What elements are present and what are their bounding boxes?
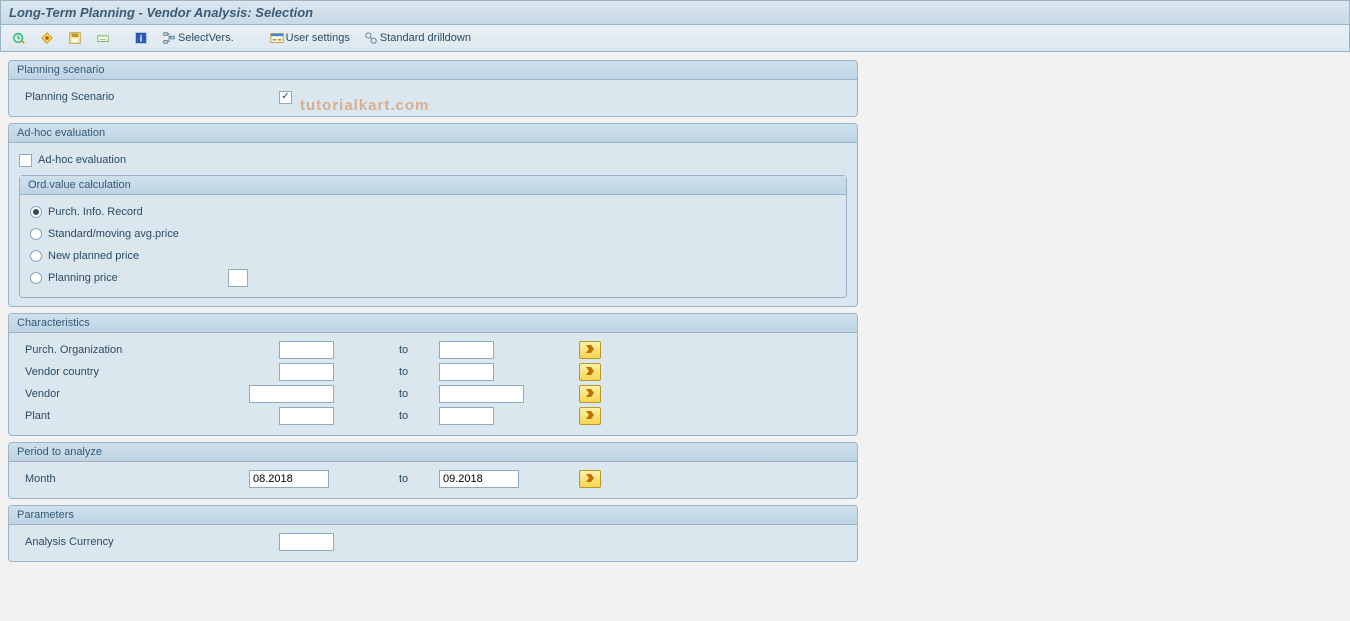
- group-header: Parameters: [9, 506, 857, 525]
- save-icon: [68, 31, 82, 45]
- month-label: Month: [19, 473, 239, 485]
- group-characteristics: Characteristics Purch. Organization to V…: [8, 313, 858, 436]
- user-settings-icon: [270, 31, 284, 45]
- arrow-right-icon: [585, 344, 595, 357]
- page-body: tutorialkart.com Planning scenario Plann…: [0, 52, 1350, 621]
- vendor-country-from-input[interactable]: [279, 363, 334, 381]
- vendor-country-multi-button[interactable]: [579, 363, 601, 381]
- select-version-button[interactable]: SelectVers.: [157, 28, 239, 48]
- arrow-right-icon: [585, 410, 595, 423]
- analysis-currency-input[interactable]: [279, 533, 334, 551]
- radio-label: Planning price: [48, 272, 228, 284]
- select-version-label: SelectVers.: [178, 32, 234, 44]
- arrow-right-icon: [585, 366, 595, 379]
- display-button[interactable]: [91, 28, 115, 48]
- plant-to-input[interactable]: [439, 407, 494, 425]
- group-header: Characteristics: [9, 314, 857, 333]
- purch-org-to-input[interactable]: [439, 341, 494, 359]
- month-multi-button[interactable]: [579, 470, 601, 488]
- to-label: to: [399, 473, 439, 485]
- drilldown-icon: [364, 31, 378, 45]
- arrow-right-icon: [585, 388, 595, 401]
- vendor-to-input[interactable]: [439, 385, 524, 403]
- group-planning-scenario: Planning scenario Planning Scenario: [8, 60, 858, 117]
- variant-icon: [40, 31, 54, 45]
- svg-text:i: i: [140, 34, 143, 45]
- info-icon: i: [134, 31, 148, 45]
- sub-group-header: Ord.value calculation: [20, 176, 846, 195]
- group-parameters: Parameters Analysis Currency: [8, 505, 858, 562]
- vendor-multi-button[interactable]: [579, 385, 601, 403]
- adhoc-evaluation-label: Ad-hoc evaluation: [38, 154, 126, 166]
- radio-label: Purch. Info. Record: [48, 206, 143, 218]
- plant-from-input[interactable]: [279, 407, 334, 425]
- purch-org-multi-button[interactable]: [579, 341, 601, 359]
- info-button[interactable]: i: [129, 28, 153, 48]
- planning-scenario-label: Planning Scenario: [19, 91, 239, 103]
- user-settings-button[interactable]: User settings: [265, 28, 355, 48]
- adhoc-evaluation-checkbox[interactable]: [19, 154, 32, 167]
- radio-purch-info-record[interactable]: [30, 206, 42, 218]
- execute-button[interactable]: [7, 28, 31, 48]
- analysis-currency-label: Analysis Currency: [19, 536, 239, 548]
- radio-label: New planned price: [48, 250, 139, 262]
- to-label: to: [399, 344, 439, 356]
- group-header: Period to analyze: [9, 443, 857, 462]
- radio-label: Standard/moving avg.price: [48, 228, 179, 240]
- variant-button[interactable]: [35, 28, 59, 48]
- vendor-label: Vendor: [19, 388, 239, 400]
- to-label: to: [399, 366, 439, 378]
- radio-std-moving-avg[interactable]: [30, 228, 42, 240]
- purch-org-label: Purch. Organization: [19, 344, 239, 356]
- clock-run-icon: [12, 31, 26, 45]
- display-icon: [96, 31, 110, 45]
- vendor-country-label: Vendor country: [19, 366, 239, 378]
- plant-multi-button[interactable]: [579, 407, 601, 425]
- standard-drilldown-button[interactable]: Standard drilldown: [359, 28, 476, 48]
- radio-new-planned-price[interactable]: [30, 250, 42, 262]
- month-from-input[interactable]: [249, 470, 329, 488]
- planning-price-input[interactable]: [228, 269, 248, 287]
- group-period: Period to analyze Month to: [8, 442, 858, 499]
- purch-org-from-input[interactable]: [279, 341, 334, 359]
- planning-scenario-checkbox[interactable]: [279, 91, 292, 104]
- group-header: Planning scenario: [9, 61, 857, 80]
- user-settings-label: User settings: [286, 32, 350, 44]
- group-header: Ad-hoc evaluation: [9, 124, 857, 143]
- vendor-country-to-input[interactable]: [439, 363, 494, 381]
- arrow-right-icon: [585, 473, 595, 486]
- month-to-input[interactable]: [439, 470, 519, 488]
- radio-planning-price[interactable]: [30, 272, 42, 284]
- to-label: to: [399, 388, 439, 400]
- page-title: Long-Term Planning - Vendor Analysis: Se…: [0, 0, 1350, 25]
- vendor-from-input[interactable]: [249, 385, 334, 403]
- toolbar: i SelectVers. User settings Standard dri…: [0, 25, 1350, 52]
- plant-label: Plant: [19, 410, 239, 422]
- tree-icon: [162, 31, 176, 45]
- save-button[interactable]: [63, 28, 87, 48]
- sub-group-ord-value-calc: Ord.value calculation Purch. Info. Recor…: [19, 175, 847, 298]
- to-label: to: [399, 410, 439, 422]
- standard-drilldown-label: Standard drilldown: [380, 32, 471, 44]
- group-adhoc-evaluation: Ad-hoc evaluation Ad-hoc evaluation Ord.…: [8, 123, 858, 307]
